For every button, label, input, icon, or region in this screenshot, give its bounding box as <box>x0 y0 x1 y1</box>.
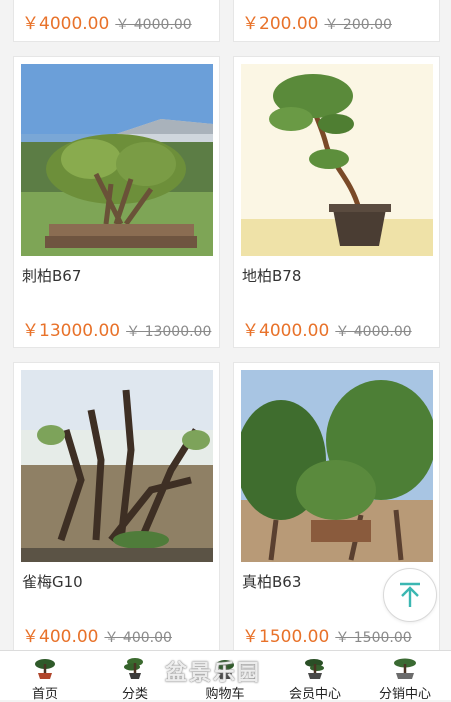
tab-label: 首页 <box>31 687 58 702</box>
tab-distribution-center[interactable]: 分销中心 <box>360 657 450 702</box>
tab-label: 会员中心 <box>288 687 341 702</box>
price-row: ￥4000.00 ￥ 4000.00 <box>242 316 412 341</box>
price: ￥4000.00 <box>22 14 110 34</box>
product-card[interactable]: ￥200.00 ￥ 200.00 <box>233 0 440 42</box>
original-price: ￥ 200.00 <box>324 17 392 33</box>
product-name[interactable]: 雀梅G10 <box>22 571 83 592</box>
price-row: ￥4000.00 ￥ 4000.00 <box>22 9 192 34</box>
product-card[interactable]: 地柏B78 ￥4000.00 ￥ 4000.00 <box>233 56 440 348</box>
price: ￥13000.00 <box>22 321 121 341</box>
tab-label: 分销中心 <box>378 687 431 702</box>
tab-member-center[interactable]: 会员中心 <box>270 657 360 702</box>
product-card[interactable]: 刺柏B67 ￥13000.00 ￥ 13000.00 <box>13 56 220 348</box>
product-name[interactable]: 刺柏B67 <box>22 265 81 286</box>
original-price: ￥ 4000.00 <box>335 324 412 340</box>
product-name[interactable]: 地柏B78 <box>242 265 301 286</box>
original-price: ￥ 4000.00 <box>115 17 192 33</box>
product-card[interactable]: ￥4000.00 ￥ 4000.00 <box>13 0 220 42</box>
product-image[interactable] <box>21 64 213 256</box>
price-row: ￥13000.00 ￥ 13000.00 <box>22 316 211 341</box>
price: ￥1500.00 <box>242 627 330 647</box>
watermark-text: 盆景乐园 <box>165 661 262 686</box>
price-row: ￥1500.00 ￥ 1500.00 <box>242 622 412 647</box>
original-price: ￥ 13000.00 <box>126 324 212 340</box>
price: ￥4000.00 <box>242 321 330 341</box>
product-image[interactable] <box>241 370 433 562</box>
arrow-up-to-top-icon <box>400 582 420 607</box>
back-to-top-button[interactable] <box>383 568 437 622</box>
original-price: ￥ 1500.00 <box>335 630 412 646</box>
tab-home[interactable]: 首页 <box>0 657 90 702</box>
product-image[interactable] <box>21 370 213 562</box>
price: ￥400.00 <box>22 627 99 647</box>
bonsai-icon <box>305 659 324 679</box>
bonsai-icon <box>124 658 143 679</box>
price-row: ￥400.00 ￥ 400.00 <box>22 622 172 647</box>
product-card[interactable]: 雀梅G10 ￥400.00 ￥ 400.00 <box>13 362 220 654</box>
bonsai-icon <box>394 658 416 679</box>
price: ￥200.00 <box>242 14 319 34</box>
product-name[interactable]: 真柏B63 <box>242 571 301 592</box>
product-image[interactable] <box>241 64 433 256</box>
price-row: ￥200.00 ￥ 200.00 <box>242 9 392 34</box>
bonsai-icon <box>35 659 55 679</box>
original-price: ￥ 400.00 <box>104 630 172 646</box>
